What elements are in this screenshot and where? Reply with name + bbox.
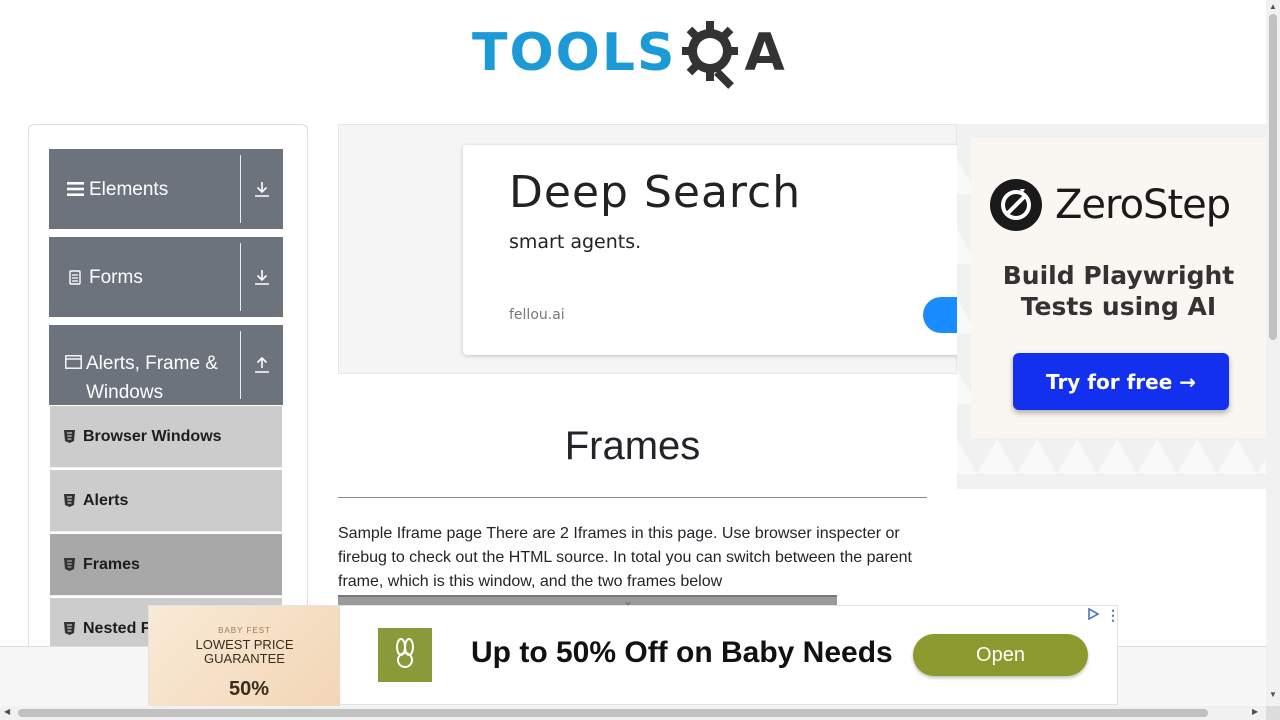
upload-arrow-icon[interactable] [241, 325, 283, 405]
ad-image-event: BABY FEST [218, 626, 271, 635]
rabbit-logo-icon [396, 638, 414, 668]
group-label: Alerts, Frame & Windows [86, 353, 218, 403]
group-label: Forms [89, 266, 143, 288]
scroll-up-icon[interactable]: ▲ [1269, 2, 1277, 11]
zerostep-ad-panel[interactable]: ZeroStep Build Playwright Tests using AI… [971, 138, 1266, 438]
download-arrow-icon[interactable] [241, 149, 283, 229]
scrollbar-thumb[interactable] [18, 709, 1208, 717]
horizontal-scrollbar[interactable]: ◀ ▶ [0, 706, 1266, 720]
vertical-scrollbar[interactable]: ▲ ▼ [1266, 0, 1280, 706]
sidebar-item-browser-windows[interactable]: Browser Windows [50, 406, 282, 468]
html5-icon [64, 622, 75, 635]
ad-subtitle: smart agents. [509, 231, 642, 253]
ad-title: Deep Search [509, 167, 802, 218]
more-options-icon[interactable]: ⋮ [1106, 608, 1120, 622]
scrollbar-corner [1266, 706, 1280, 720]
sidebar-item-label: Browser Windows [83, 427, 222, 445]
sidebar-item-label: Alerts [83, 491, 129, 509]
zerostep-brand: ZeroStep [1055, 182, 1231, 228]
logo-text: TOOLS [472, 23, 677, 83]
ad-domain[interactable]: fellou.ai [509, 307, 565, 323]
group-alerts-frame-windows[interactable]: Alerts, Frame & Windows [49, 325, 283, 405]
ad-headline[interactable]: Up to 50% Off on Baby Needs [471, 636, 893, 670]
window-icon [65, 355, 82, 369]
advertisement-banner-top[interactable]: Deep Search smart agents. fellou.ai [338, 124, 963, 374]
scroll-right-icon[interactable]: ▶ [1252, 707, 1258, 716]
ad-image-line1: LOWEST PRICE [195, 637, 294, 652]
hamburger-icon [65, 182, 85, 196]
html5-icon [64, 494, 75, 507]
advertisement-right[interactable]: ZeroStep Build Playwright Tests using AI… [957, 124, 1266, 489]
sidebar-item-label: Frames [83, 555, 140, 573]
page: TOOLS A Elements Forms Alerts, Frame & W… [0, 0, 1280, 720]
ad-image-discount: 50% [229, 678, 270, 700]
sidebar-item-alerts[interactable]: Alerts [50, 470, 282, 532]
html5-icon [64, 430, 75, 443]
ad-image[interactable]: BABY FEST LOWEST PRICE GUARANTEE 50% [149, 606, 340, 706]
logo-suffix: A [744, 23, 785, 83]
page-title: Frames [564, 424, 701, 468]
open-button[interactable]: Open [913, 634, 1088, 676]
sidebar-item-frames[interactable]: Frames [50, 534, 282, 596]
scrollbar-thumb[interactable] [1269, 14, 1277, 340]
zerostep-headline: Build Playwright Tests using AI [1002, 261, 1235, 321]
try-for-free-button[interactable]: Try for free → [1013, 353, 1229, 410]
left-panel-menu: Elements Forms Alerts, Frame & Windows B… [28, 124, 308, 664]
toolsqa-logo[interactable]: TOOLS A [472, 14, 798, 92]
group-forms[interactable]: Forms [49, 237, 283, 317]
adchoices-icon[interactable] [1087, 608, 1099, 620]
ad-image-line2: GUARANTEE [204, 651, 285, 666]
html5-icon [64, 558, 75, 571]
scroll-left-icon[interactable]: ◀ [4, 707, 10, 716]
zerostep-logo: ZeroStep [989, 178, 1231, 232]
group-elements[interactable]: Elements [49, 149, 283, 229]
r-for-rabbit-logo[interactable] [378, 628, 432, 682]
chevron-down-icon[interactable]: ⌄ [623, 594, 633, 608]
download-arrow-icon[interactable] [241, 237, 283, 317]
scroll-down-icon[interactable]: ▼ [1269, 690, 1277, 699]
ad-card[interactable]: Deep Search smart agents. fellou.ai [463, 145, 963, 355]
zerostep-logo-icon [990, 179, 1042, 231]
advertisement-bottom[interactable]: ⌄ BABY FEST LOWEST PRICE GUARANTEE 50% U… [148, 594, 1120, 706]
group-label: Elements [89, 178, 169, 200]
divider [338, 497, 927, 498]
gear-magnifier-icon [682, 21, 739, 89]
page-description: Sample Iframe page There are 2 Iframes i… [338, 525, 912, 590]
document-icon [65, 269, 85, 285]
